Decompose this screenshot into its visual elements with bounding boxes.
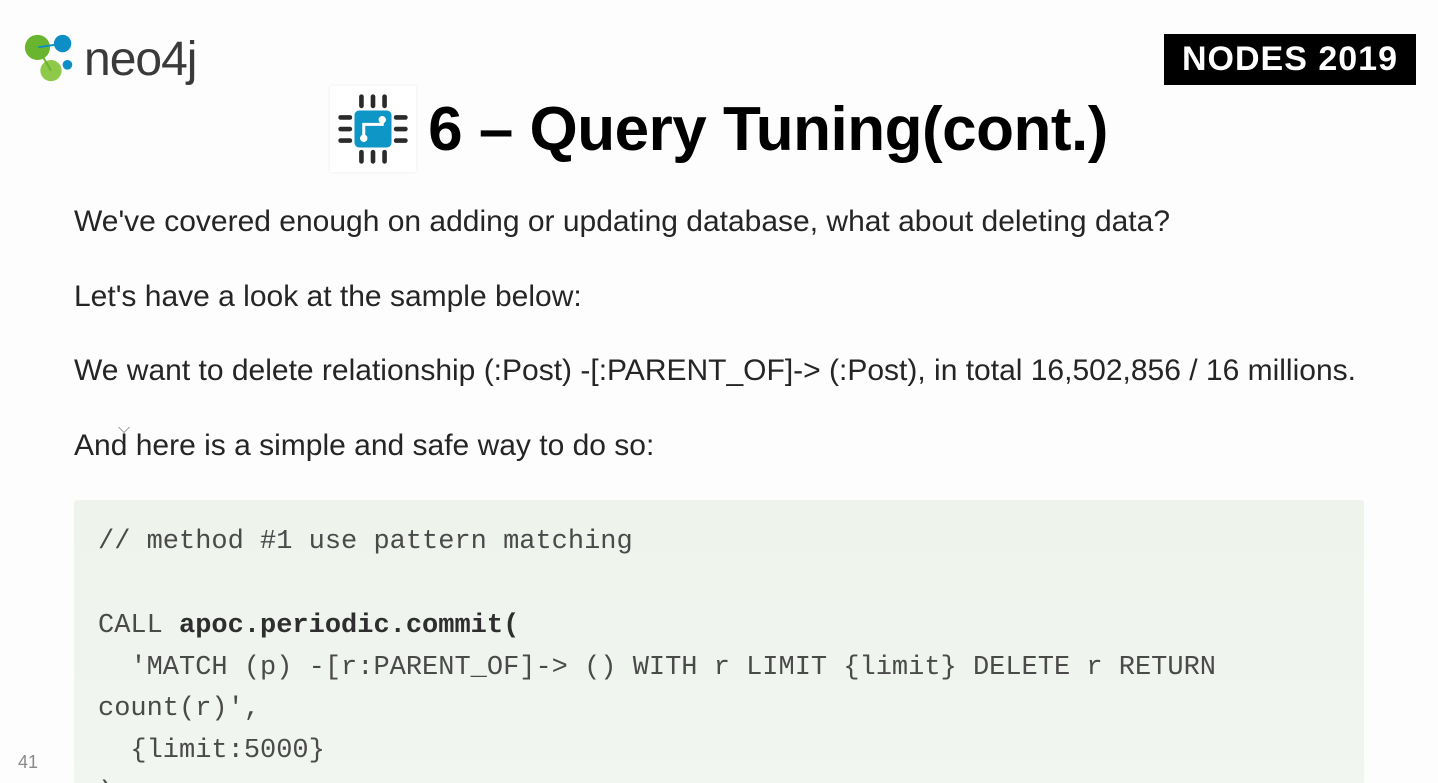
paragraph: We want to delete relationship (:Post) -… [74,351,1364,392]
paragraph: We've covered enough on adding or updati… [74,202,1364,243]
brand-name: neo4j [84,32,196,87]
code-line: count(r)', [98,694,260,724]
cursor-icon: ⌵ [118,420,130,438]
paragraph: Let's have a look at the sample below: [74,277,1364,318]
chip-icon [330,86,416,172]
code-function: apoc.periodic.commit( [179,611,519,641]
slide: neo4j NODES 2019 [0,0,1438,783]
slide-body: We've covered enough on adding or updati… [0,172,1438,783]
event-badge: NODES 2019 [1164,34,1416,85]
code-line: {limit:5000} [98,736,325,766]
code-line: 'MATCH (p) -[r:PARENT_OF]-> () WITH r LI… [98,653,1216,683]
brand-logo: neo4j [22,30,196,88]
code-line: ) [98,778,114,783]
page-number: 41 [18,752,38,773]
code-comment: // method #1 use pattern matching [98,527,633,557]
code-keyword: CALL [98,611,179,641]
slide-title: 6 – Query Tuning(cont.) [428,94,1108,165]
code-block: // method #1 use pattern matching CALL a… [74,500,1364,783]
paragraph: And here is a simple and safe way to do … [74,426,1364,467]
logo-mark-icon [22,30,80,88]
slide-title-row: 6 – Query Tuning(cont.) [0,86,1438,172]
